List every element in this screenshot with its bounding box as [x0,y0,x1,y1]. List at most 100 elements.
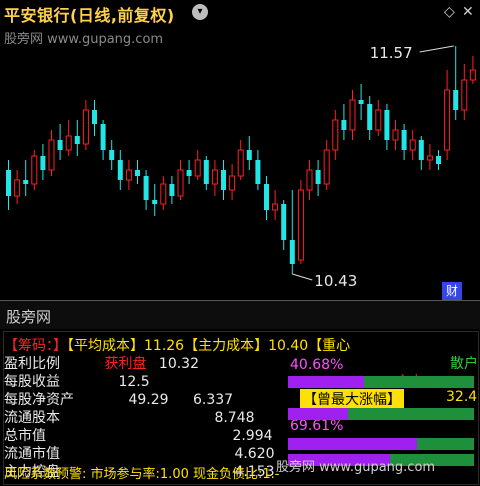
candle-body [31,155,38,185]
candle-body [221,170,226,190]
candle-body [409,139,416,151]
candle-body [152,200,158,204]
candle-body [169,184,175,196]
market-cap-label: 总市值 [4,428,46,444]
panel-header [0,301,480,329]
panel-row-5: 流通股本 8.748 [4,409,255,427]
chip-label: 【筹码：】 [4,338,67,354]
panel-row-6: 总市值 2.994 [4,427,273,445]
candle-body [117,160,123,180]
candle-body [323,149,330,185]
nav-extra: 6.337 [193,392,234,408]
candle-body [48,139,55,171]
candle-body [297,189,304,261]
percent-row6: 69.61% [290,418,344,434]
candle-body [237,149,244,177]
eps-value: 12.5 [118,374,150,390]
candle-body [349,99,356,131]
risk-label: 风险系数预警: [4,467,87,482]
max-rise-value: 32.4 [446,389,478,405]
candle-body [211,169,218,185]
candle-body [143,176,149,200]
avg-cost-label: 【平均成本】 [67,338,144,354]
candle-body [229,175,236,191]
candle-body [40,156,46,170]
panel-row-1: 【筹码：】【平均成本】11.26【主力成本】10.40【重心 [4,337,350,355]
nav-label: 每股净资产 [4,392,74,408]
candle-body [272,203,279,211]
candle-body [92,110,97,124]
candle-body [125,169,132,181]
eps-label: 每股收益 [4,374,60,390]
float-share-label: 流通股本 [4,410,60,426]
candle-body [281,204,287,240]
market-cap-value: 2.994 [232,428,273,444]
progress-fill [288,376,364,388]
candle-body [315,170,321,184]
candle-body [418,140,424,160]
float-cap-value: 4.620 [234,446,275,462]
candle-body [255,160,261,184]
progress-fill [288,438,417,450]
candle-body [341,120,347,130]
candle-body [135,170,140,176]
candle-body [160,183,167,205]
high-pointer [419,45,454,53]
retail-label: 散户 [450,356,478,372]
main-cost-label: 【主力成本】 [184,338,269,354]
panel-row-7: 流通市值 4.620 [4,445,275,463]
cash-debt-label: 现金负债比:1.- [193,467,280,482]
max-rise-label: 【曾最大涨幅】 [300,389,404,409]
candle-body [367,104,373,130]
candle-body [203,160,209,184]
candle-body [23,180,29,184]
panel-row-4: 每股净资产 49.29 6.337 [4,391,233,409]
candle-body [358,100,364,104]
candlestick-chart: 11.57 10.43 [6,44,476,290]
candle-body [177,169,184,197]
low-pointer [292,273,313,281]
candle-body [289,240,295,264]
panel-row-2: 盈利比例 获利盘 10.32 散户 [4,355,478,373]
candle-body [401,130,407,150]
restore-icon[interactable]: ◇ [444,4,455,20]
candle-body [82,109,89,145]
panel-row-3: 每股收益 12.5 主力 [4,373,424,391]
panel-logo: 股旁网 [6,308,52,326]
avg-cost-value: 11.26 [144,338,185,354]
candle-body [332,119,339,151]
panel-row-9: 风险系数预警: 市场参与率:1.00 现金负债比:1.- [4,466,279,484]
candle-body [469,69,476,81]
profit-ratio-label: 盈利比例 [4,356,60,372]
chevron-down-icon[interactable]: ▾ [192,4,208,20]
candle-body [392,129,399,141]
float-cap-label: 流通市值 [4,446,60,462]
candle-body [186,170,192,176]
candle-body [384,110,390,140]
candle-body [194,159,201,177]
nav-value: 49.29 [128,392,169,408]
candle-body [57,140,63,150]
high-label: 11.57 [370,44,413,62]
candle-body [109,150,115,160]
candle-body [74,136,80,144]
candle-body [65,135,72,151]
profit-chip-label: 获利盘 [104,356,147,372]
progress-fill [288,408,348,420]
candle-body [264,184,269,210]
candle-body [453,90,459,110]
candle-body [461,79,468,111]
candle-body [426,155,433,161]
center-label: 【重心 [308,338,351,354]
candle-body [246,150,252,160]
low-label: 10.43 [314,272,357,290]
percent-row3: 40.68% [290,357,344,373]
finance-badge[interactable]: 财 [442,282,462,300]
candle-body [14,179,21,197]
participation-label: 市场参与率:1.00 [90,467,189,482]
candle-body [436,156,441,164]
main-cost-value: 10.40 [268,338,309,354]
candle-body [306,169,313,191]
float-share-value: 8.748 [214,410,255,426]
close-icon[interactable]: ✕ [462,4,474,20]
